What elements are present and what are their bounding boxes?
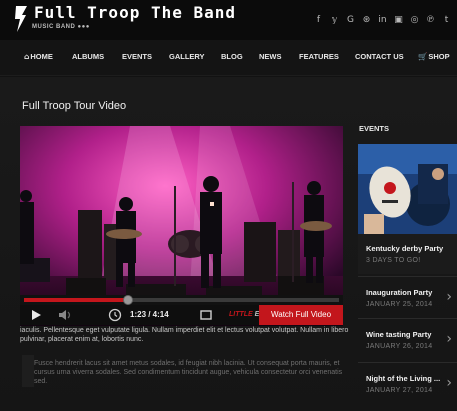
- sidebar-events-title: EVENTS: [359, 124, 390, 133]
- event-title: Inauguration Party: [366, 288, 433, 297]
- nav-item-blog[interactable]: BLOG: [221, 52, 243, 61]
- nav-item-events[interactable]: EVENTS: [122, 52, 152, 61]
- site-tagline: MUSIC BAND ●●●: [32, 24, 90, 30]
- event-title: Wine tasting Party: [366, 330, 432, 339]
- nav-item-news[interactable]: NEWS: [259, 52, 282, 61]
- lightning-logo-icon[interactable]: [14, 6, 28, 32]
- main-nav: ⌂HOME ALBUMS EVENTS GALLERY BLOG NEWS FE…: [0, 40, 457, 76]
- video-time: 1:23 / 4:14: [130, 310, 169, 319]
- progress-line: [24, 295, 339, 305]
- top-bar: Full Troop The Band MUSIC BAND ●●● f 𝕪 G…: [0, 0, 457, 40]
- video-controls: 1:23 / 4:14 LITTLE EAST Watch Full Video: [20, 305, 343, 325]
- divider: [358, 362, 457, 363]
- clock-icon: [108, 308, 122, 322]
- quote-text: Fusce hendrerit lacus sit amet metus sod…: [34, 360, 343, 385]
- home-icon: ⌂: [24, 52, 30, 61]
- instagram-icon[interactable]: ◎: [410, 15, 419, 25]
- play-icon[interactable]: [30, 309, 42, 321]
- progress-fill: [24, 298, 128, 302]
- tumblr-icon[interactable]: t: [442, 15, 451, 25]
- watch-full-video-button[interactable]: Watch Full Video: [259, 305, 343, 325]
- facebook-icon[interactable]: f: [314, 15, 323, 25]
- chevron-right-icon[interactable]: ›: [446, 331, 452, 347]
- nav-item-albums[interactable]: ALBUMS: [72, 52, 104, 61]
- nav-item-features[interactable]: FEATURES: [299, 52, 339, 61]
- event-title: Kentucky derby Party: [366, 244, 444, 253]
- twitter-icon[interactable]: 𝕪: [330, 15, 339, 25]
- event-item[interactable]: Kentucky derby Party 3 DAYS TO GO!: [358, 234, 457, 274]
- cart-icon: 🛒: [418, 52, 428, 61]
- nav-item-contact-us[interactable]: CONTACT US: [355, 52, 404, 61]
- volume-icon[interactable]: [58, 309, 74, 321]
- divider: [358, 318, 457, 319]
- fullscreen-icon[interactable]: [200, 309, 212, 321]
- social-icons: f 𝕪 G ⊛ in ▣ ◎ ℗ t: [314, 15, 451, 25]
- dribbble-icon[interactable]: ⊛: [362, 15, 371, 25]
- chevron-right-icon[interactable]: ›: [446, 375, 452, 391]
- youtube-icon[interactable]: ▣: [394, 15, 403, 25]
- chevron-right-icon[interactable]: ›: [446, 289, 452, 305]
- video-progress-track[interactable]: [20, 295, 343, 305]
- event-item[interactable]: Night of the Living ... JANUARY 27, 2014…: [358, 366, 457, 402]
- section-title: Full Troop Tour Video: [22, 100, 127, 112]
- progress-knob[interactable]: [122, 295, 133, 305]
- event-title: Night of the Living ...: [366, 374, 441, 383]
- event-date: JANUARY 25, 2014: [366, 301, 433, 308]
- nav-item-shop[interactable]: 🛒SHOP: [418, 52, 450, 61]
- event-date: 3 DAYS TO GO!: [366, 257, 421, 264]
- linkedin-icon[interactable]: in: [378, 15, 387, 25]
- pinterest-icon[interactable]: ℗: [426, 15, 435, 25]
- event-featured-image[interactable]: [358, 144, 457, 234]
- event-crowd-photo: [358, 144, 457, 234]
- event-date: JANUARY 26, 2014: [366, 343, 433, 350]
- divider: [358, 276, 457, 277]
- nav-item-home[interactable]: ⌂HOME: [24, 52, 53, 61]
- video-description: iaculis. Pellentesque eget vulputate lig…: [20, 327, 349, 343]
- event-item[interactable]: Wine tasting Party JANUARY 26, 2014 ›: [358, 322, 457, 358]
- site-title: Full Troop The Band: [34, 3, 237, 22]
- quote-block-edge: [22, 355, 34, 387]
- event-date: JANUARY 27, 2014: [366, 387, 433, 394]
- event-item[interactable]: Inauguration Party JANUARY 25, 2014 ›: [358, 280, 457, 316]
- nav-item-gallery[interactable]: GALLERY: [169, 52, 205, 61]
- google-plus-icon[interactable]: G: [346, 15, 355, 25]
